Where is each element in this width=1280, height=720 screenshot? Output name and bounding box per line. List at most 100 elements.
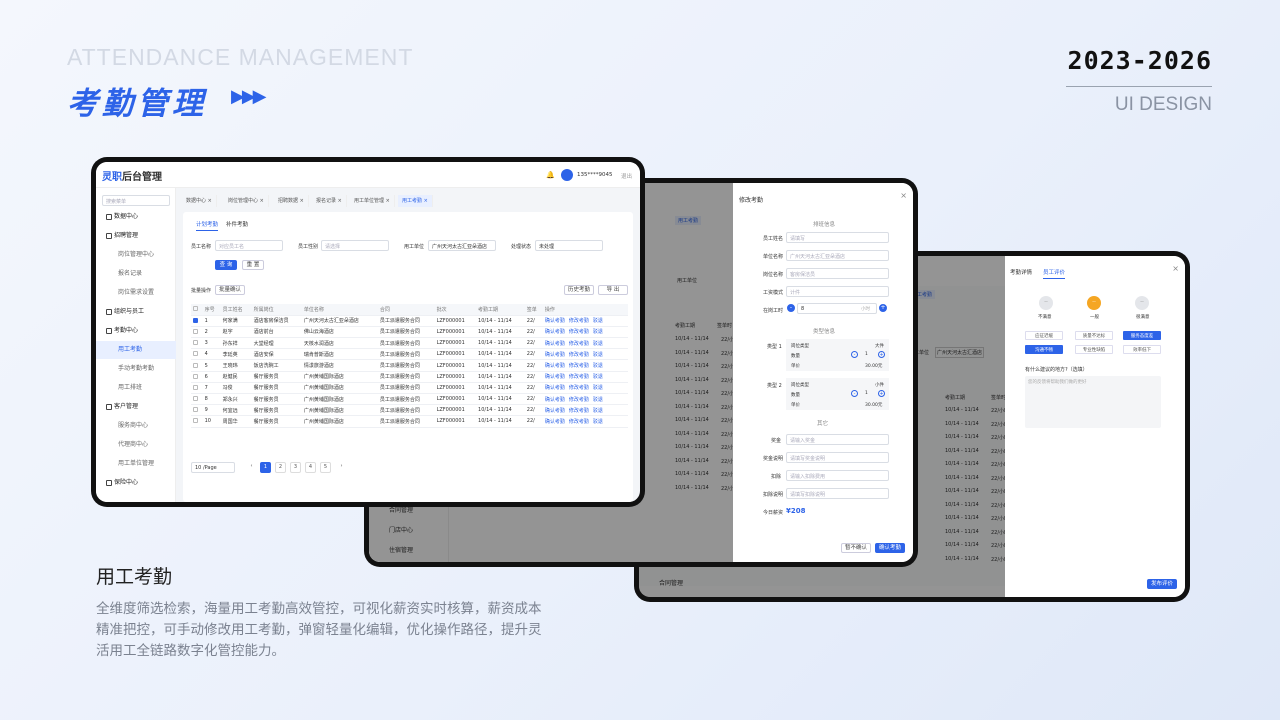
action-link[interactable]: 修改考勤 [569, 318, 589, 324]
action-link[interactable]: 驳退 [593, 385, 603, 391]
table-row[interactable]: 6 赵健民 餐厅服务员 广州黄埔国际酒店 员工派遣服务合同 LZF000001 10/14 … [191, 371, 628, 383]
minus-icon[interactable]: - [851, 390, 858, 397]
action-link[interactable]: 确认考勤 [545, 397, 565, 403]
action-link[interactable]: 确认考勤 [545, 408, 565, 414]
action-link[interactable]: 驳退 [593, 329, 603, 335]
table-row[interactable]: 4 李廷英 酒店安保 瑞肯普斯酒店 员工派遣服务合同 LZF000001 10/14 - 1… [191, 348, 628, 361]
action-link[interactable]: 修改考勤 [569, 385, 589, 391]
minus-icon[interactable]: - [851, 351, 858, 358]
table-row[interactable]: 7 冯俊 餐厅服务员 广州黄埔国际酒店 员工派遣服务合同 LZF000001 10/14 -… [191, 382, 628, 395]
close-icon[interactable]: × [422, 198, 428, 204]
query-button[interactable]: 查 询 [215, 260, 237, 270]
action-link[interactable]: 确认考勤 [545, 363, 565, 369]
subtab-plan[interactable]: 计划考勤 [196, 220, 219, 231]
tab-5[interactable]: 用工考勤 × [398, 195, 433, 207]
action-link[interactable]: 驳退 [593, 397, 603, 403]
tab-1[interactable]: 岗位管理中心 × [224, 195, 269, 207]
unit-select[interactable]: 广州天河太古汇亚朵酒店 [428, 240, 496, 251]
action-link[interactable]: 驳退 [593, 352, 603, 358]
action-link[interactable]: 修改考勤 [569, 374, 589, 380]
close-icon[interactable]: × [298, 198, 304, 204]
sidebar-item[interactable]: 用工排班 [96, 379, 176, 397]
row-checkbox[interactable] [191, 371, 203, 383]
tab-2[interactable]: 招聘数据 × [274, 195, 309, 207]
sidebar-item[interactable]: 代理商中心 [96, 436, 176, 454]
page-button[interactable]: 1 [260, 462, 271, 473]
action-link[interactable]: 驳退 [593, 341, 603, 347]
action-link[interactable]: 确认考勤 [545, 374, 565, 380]
face-neutral-icon[interactable]: ·· [1087, 296, 1101, 310]
row-checkbox[interactable] [191, 382, 203, 395]
row-checkbox[interactable] [191, 404, 203, 417]
logout-link[interactable]: 退出 [621, 172, 632, 180]
close-icon[interactable]: × [1172, 264, 1179, 273]
face-unsatisfied-icon[interactable]: ·· [1039, 296, 1053, 310]
page-button[interactable]: 3 [290, 462, 301, 473]
action-link[interactable]: 确认考勤 [545, 419, 565, 425]
suggestion-textarea[interactable]: 您的反馈将帮助我们做的更好 [1025, 376, 1161, 428]
tag-chip[interactable]: 效率低下 [1123, 345, 1161, 354]
next-page-button[interactable]: › [336, 462, 347, 473]
row-checkbox[interactable] [191, 348, 203, 361]
deduct-input[interactable]: 请输入扣除费用 [786, 470, 889, 481]
sidebar-item[interactable]: 用工单位管理 [96, 455, 176, 473]
table-row[interactable]: 3 孙东祥 大堂经理 天核水润酒店 员工派遣服务合同 LZF000001 10/14 - 1… [191, 337, 628, 350]
action-link[interactable]: 驳退 [593, 374, 603, 380]
bell-icon[interactable]: 🔔 [546, 171, 555, 179]
table-row[interactable]: 2 赵宇 酒店前台 佛山云海酒店 员工派遣服务合同 LZF000001 10/14 - 11… [191, 326, 628, 339]
page-button[interactable]: 2 [275, 462, 286, 473]
row-checkbox[interactable] [191, 393, 203, 406]
tab-employee-review[interactable]: 员工评价 [1043, 268, 1066, 279]
tag-chip[interactable]: 专业性缺陷 [1075, 345, 1113, 354]
bonus-input[interactable]: 请输入奖金 [786, 434, 889, 445]
page-size-select[interactable]: 10 /Page [191, 462, 235, 473]
bonus-note-input[interactable]: 请填写奖金说明 [786, 452, 889, 463]
unit-name-input[interactable]: 广州天河太古汇亚朵酒店 [786, 250, 889, 261]
close-icon[interactable]: × [206, 198, 212, 204]
action-link[interactable]: 确认考勤 [545, 329, 565, 335]
action-link[interactable]: 确认考勤 [545, 318, 565, 324]
close-icon[interactable]: × [336, 198, 342, 204]
plus-icon[interactable]: + [879, 304, 887, 312]
table-row[interactable]: 9 何宜远 餐厅服务员 广州黄埔国际酒店 员工派遣服务合同 LZF000001 10/14 … [191, 404, 628, 417]
minus-icon[interactable]: - [787, 304, 795, 312]
post-name-input[interactable]: 客房保洁员 [786, 268, 889, 279]
menu-search-input[interactable]: 搜索菜单 [102, 195, 170, 206]
close-icon[interactable]: × [384, 198, 390, 204]
action-link[interactable]: 确认考勤 [545, 341, 565, 347]
tab-attendance-detail[interactable]: 考勤详情 [1010, 268, 1032, 276]
cancel-button[interactable]: 暂不确认 [841, 543, 871, 553]
subtab-supplement[interactable]: 补件考勤 [226, 220, 248, 228]
action-link[interactable]: 修改考勤 [569, 341, 589, 347]
action-link[interactable]: 驳退 [593, 363, 603, 369]
prev-page-button[interactable]: ‹ [246, 462, 257, 473]
history-button[interactable]: 历史考勤 [564, 285, 594, 295]
action-link[interactable]: 驳退 [593, 318, 603, 324]
tag-chip[interactable]: 质量不达标 [1075, 331, 1113, 340]
tag-chip[interactable]: 服务态度差 [1123, 331, 1161, 340]
close-icon[interactable]: × [900, 191, 907, 200]
sidebar-item[interactable]: 岗位管理中心 [96, 246, 176, 264]
page-button[interactable]: 5 [320, 462, 331, 473]
sidebar-item[interactable]: 用工考勤 [96, 341, 176, 359]
confirm-attendance-button[interactable]: 确认考勤 [875, 543, 905, 553]
action-link[interactable]: 确认考勤 [545, 352, 565, 358]
page-button[interactable]: 4 [305, 462, 316, 473]
tag-chip[interactable]: 应征迟缓 [1025, 331, 1063, 340]
deduct-note-input[interactable]: 请填写扣除说明 [786, 488, 889, 499]
reset-button[interactable]: 重 置 [242, 260, 264, 270]
tab-3[interactable]: 报名记录 × [312, 195, 347, 207]
row-checkbox[interactable] [191, 315, 203, 327]
avatar[interactable] [561, 169, 573, 181]
table-row[interactable]: 10 周国华 餐厅服务员 广州黄埔国际酒店 员工派遣服务合同 LZF000001 10/14… [191, 415, 628, 428]
face-satisfied-icon[interactable]: ·· [1135, 296, 1149, 310]
plus-icon[interactable]: + [878, 390, 885, 397]
status-select[interactable]: 未处理 [535, 240, 603, 251]
export-button[interactable]: 导 出 [598, 285, 628, 295]
wage-mode-input[interactable]: 计件 [786, 286, 889, 297]
sidebar-item[interactable]: 岗位需求设置 [96, 284, 176, 302]
plus-icon[interactable]: + [878, 351, 885, 358]
action-link[interactable]: 修改考勤 [569, 419, 589, 425]
row-checkbox[interactable] [191, 326, 203, 339]
gender-select[interactable]: 请选择 [321, 240, 389, 251]
